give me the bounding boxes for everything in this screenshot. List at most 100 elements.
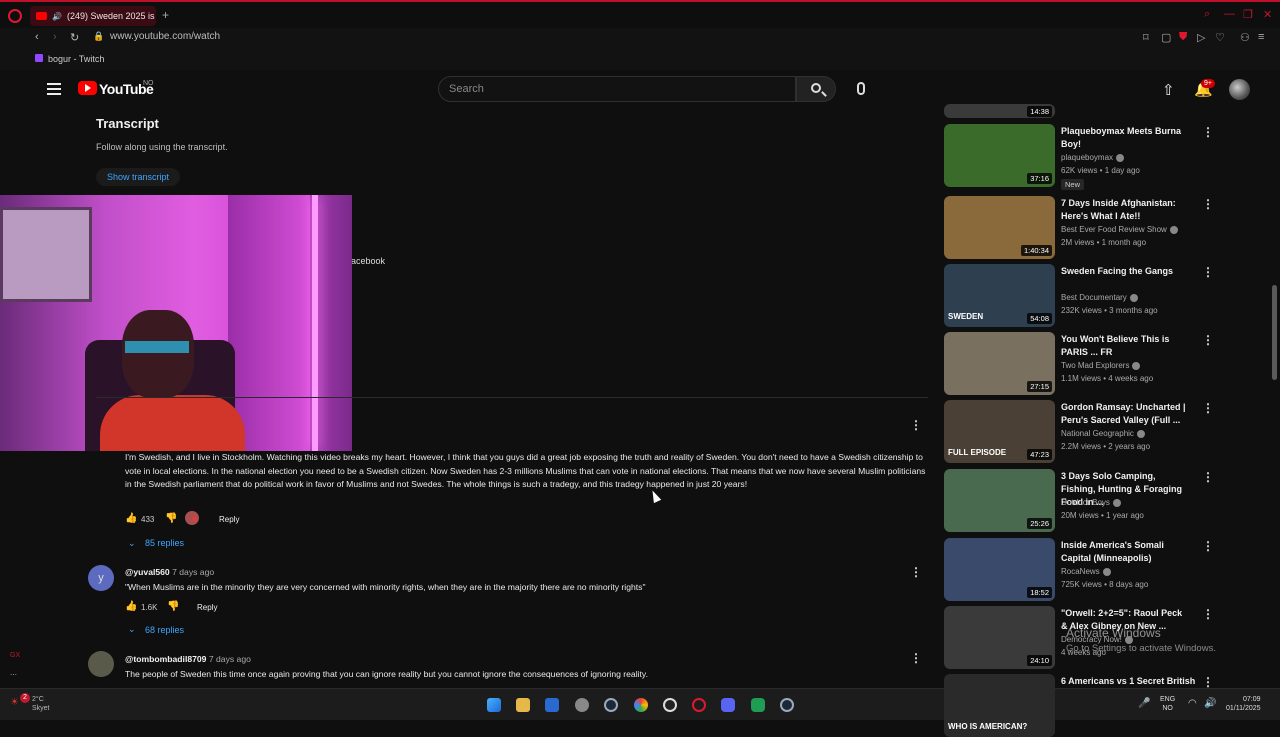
reload-icon[interactable]: ↻ bbox=[70, 31, 79, 44]
active-tab[interactable]: 🔊 (249) Sweden 2025 is bbox=[30, 6, 156, 26]
video-more-icon[interactable]: ⋮ bbox=[1202, 539, 1214, 553]
video-thumbnail[interactable]: SWEDEN 54:08 bbox=[944, 264, 1055, 327]
gx-icon[interactable]: GX bbox=[10, 652, 20, 659]
player-icon[interactable]: ▷ bbox=[1197, 31, 1205, 44]
minimize-icon[interactable]: — bbox=[1224, 8, 1235, 20]
avatar[interactable] bbox=[88, 651, 114, 677]
steam-icon[interactable] bbox=[780, 698, 794, 712]
microphone-icon[interactable] bbox=[857, 82, 865, 95]
file-explorer-icon[interactable] bbox=[516, 698, 530, 712]
video-channel[interactable]: Two Mad Explorers bbox=[1061, 361, 1141, 370]
maximize-icon[interactable]: ❐ bbox=[1243, 8, 1253, 21]
search-button[interactable] bbox=[796, 76, 836, 102]
video-more-icon[interactable]: ⋮ bbox=[1202, 401, 1214, 415]
video-channel[interactable]: Democracy Now! bbox=[1061, 635, 1133, 644]
video-channel[interactable]: National Geographic bbox=[1061, 429, 1145, 438]
hamburger-menu-icon[interactable] bbox=[47, 83, 61, 95]
search-tabs-icon[interactable]: ⌕ bbox=[1204, 8, 1210, 21]
video-thumbnail[interactable]: 37:16 bbox=[944, 124, 1055, 187]
show-transcript-button[interactable]: Show transcript bbox=[96, 168, 181, 186]
app-icon[interactable] bbox=[575, 698, 589, 712]
video-title[interactable]: 7 Days Inside Afghanistan: Here's What I… bbox=[1061, 197, 1191, 223]
video-more-icon[interactable]: ⋮ bbox=[1202, 470, 1214, 484]
bookmark-twitch[interactable]: bogur - Twitch bbox=[48, 54, 104, 64]
video-thumbnail[interactable]: 18:52 bbox=[944, 538, 1055, 601]
store-icon[interactable] bbox=[545, 698, 559, 712]
video-thumbnail[interactable]: 1:40:34 bbox=[944, 196, 1055, 259]
opera-gx-icon[interactable] bbox=[692, 698, 706, 712]
comment-time[interactable]: 7 days ago bbox=[209, 654, 251, 664]
search-input[interactable]: Search bbox=[438, 76, 796, 102]
windows-start-icon[interactable] bbox=[487, 698, 501, 712]
channel-name[interactable]: Best Ever Food Review Show bbox=[1061, 225, 1167, 234]
video-title[interactable]: 6 Americans vs 1 Secret British bbox=[1061, 675, 1211, 688]
app-icon[interactable] bbox=[663, 698, 677, 712]
video-more-icon[interactable]: ⋮ bbox=[1202, 125, 1214, 139]
author-handle[interactable]: @tombombadil8709 bbox=[125, 654, 206, 664]
volume-icon[interactable]: 🔊 bbox=[1204, 698, 1216, 709]
thumbs-up-icon[interactable]: 👍 bbox=[125, 601, 137, 612]
thumbs-down-icon[interactable]: 👎 bbox=[165, 513, 177, 524]
channel-name[interactable]: Two Mad Explorers bbox=[1061, 361, 1129, 370]
video-title[interactable]: Inside America's Somali Capital (Minneap… bbox=[1061, 539, 1191, 565]
video-channel[interactable]: RocaNews bbox=[1061, 567, 1111, 576]
view-replies-button[interactable]: 85 replies bbox=[145, 538, 184, 548]
channel-name[interactable]: Democracy Now! bbox=[1061, 635, 1122, 644]
app-icon[interactable] bbox=[751, 698, 765, 712]
video-title[interactable]: "Orwell: 2+2=5": Raoul Peck & Alex Gibne… bbox=[1061, 607, 1191, 633]
video-more-icon[interactable]: ⋮ bbox=[1202, 197, 1214, 211]
chevron-down-icon[interactable]: ⌄ bbox=[128, 624, 136, 635]
menu-icon[interactable]: ≡ bbox=[1258, 31, 1264, 43]
speaker-icon[interactable]: 🔊 bbox=[52, 12, 62, 21]
youtube-logo-icon[interactable] bbox=[78, 81, 97, 95]
comment-author[interactable]: @yuval560 7 days ago bbox=[125, 567, 214, 577]
video-channel[interactable]: Best Ever Food Review Show bbox=[1061, 225, 1178, 234]
comment-author[interactable]: @tombombadil8709 7 days ago bbox=[125, 654, 251, 664]
author-handle[interactable]: @yuval560 bbox=[125, 567, 170, 577]
video-title[interactable]: Sweden Facing the Gangs bbox=[1061, 265, 1191, 278]
thumbs-up-icon[interactable]: 👍 bbox=[125, 513, 137, 524]
language-indicator[interactable]: ENG NO bbox=[1160, 695, 1175, 713]
comment-more-icon[interactable]: ⋮ bbox=[910, 651, 922, 665]
video-channel[interactable]: plaqueboymax bbox=[1061, 153, 1125, 162]
microphone-icon[interactable]: 🎤 bbox=[1138, 698, 1150, 709]
scrollbar[interactable] bbox=[1272, 285, 1277, 380]
video-more-icon[interactable]: ⋮ bbox=[1202, 265, 1214, 279]
bookmark-icon[interactable]: ⌑ bbox=[1143, 31, 1149, 44]
comment-more-icon[interactable]: ⋮ bbox=[910, 418, 922, 432]
avatar[interactable]: y bbox=[88, 565, 114, 591]
video-thumbnail[interactable]: 27:15 bbox=[944, 332, 1055, 395]
video-thumbnail[interactable]: 14:38 bbox=[944, 104, 1055, 118]
video-title[interactable]: Gordon Ramsay: Uncharted | Peru's Sacred… bbox=[1061, 401, 1191, 427]
discord-icon[interactable] bbox=[721, 698, 735, 712]
back-icon[interactable]: ‹ bbox=[35, 31, 39, 43]
reply-button[interactable]: Reply bbox=[197, 603, 217, 612]
facebook-link[interactable]: acebook bbox=[351, 256, 385, 266]
view-replies-button[interactable]: 68 replies bbox=[145, 625, 184, 635]
account-avatar[interactable] bbox=[1229, 79, 1250, 100]
vpn-icon[interactable]: ⛊ bbox=[1179, 31, 1187, 44]
opera-logo-icon[interactable] bbox=[8, 9, 22, 23]
video-title[interactable]: You Won't Believe This is PARIS ... FR bbox=[1061, 333, 1191, 359]
close-icon[interactable]: ✕ bbox=[1263, 8, 1272, 21]
video-channel[interactable]: Outdoor Boys bbox=[1061, 498, 1121, 507]
video-channel[interactable]: Best Documentary bbox=[1061, 293, 1138, 302]
channel-name[interactable]: Best Documentary bbox=[1061, 293, 1127, 302]
video-thumbnail[interactable]: 24:10 bbox=[944, 606, 1055, 669]
profile-icon[interactable]: ⚇ bbox=[1240, 31, 1250, 44]
channel-name[interactable]: plaqueboymax bbox=[1061, 153, 1113, 162]
forward-icon[interactable]: › bbox=[53, 31, 57, 43]
steam-icon[interactable] bbox=[604, 698, 618, 712]
thumbs-down-icon[interactable]: 👎 bbox=[167, 601, 179, 612]
video-more-icon[interactable]: ⋮ bbox=[1202, 607, 1214, 621]
create-upload-icon[interactable]: ⇧ bbox=[1162, 81, 1175, 99]
snapshot-icon[interactable]: ▢ bbox=[1161, 31, 1171, 44]
channel-name[interactable]: National Geographic bbox=[1061, 429, 1134, 438]
reply-button[interactable]: Reply bbox=[219, 515, 239, 524]
wifi-icon[interactable]: ◠ bbox=[1188, 698, 1197, 709]
weather-widget[interactable]: 2°C Skyet bbox=[32, 695, 50, 713]
clock[interactable]: 07:09 01/11/2025 bbox=[1226, 695, 1261, 713]
video-title[interactable]: Plaqueboymax Meets Burna Boy! bbox=[1061, 125, 1191, 151]
video-thumbnail[interactable]: 25:26 bbox=[944, 469, 1055, 532]
channel-name[interactable]: RocaNews bbox=[1061, 567, 1100, 576]
